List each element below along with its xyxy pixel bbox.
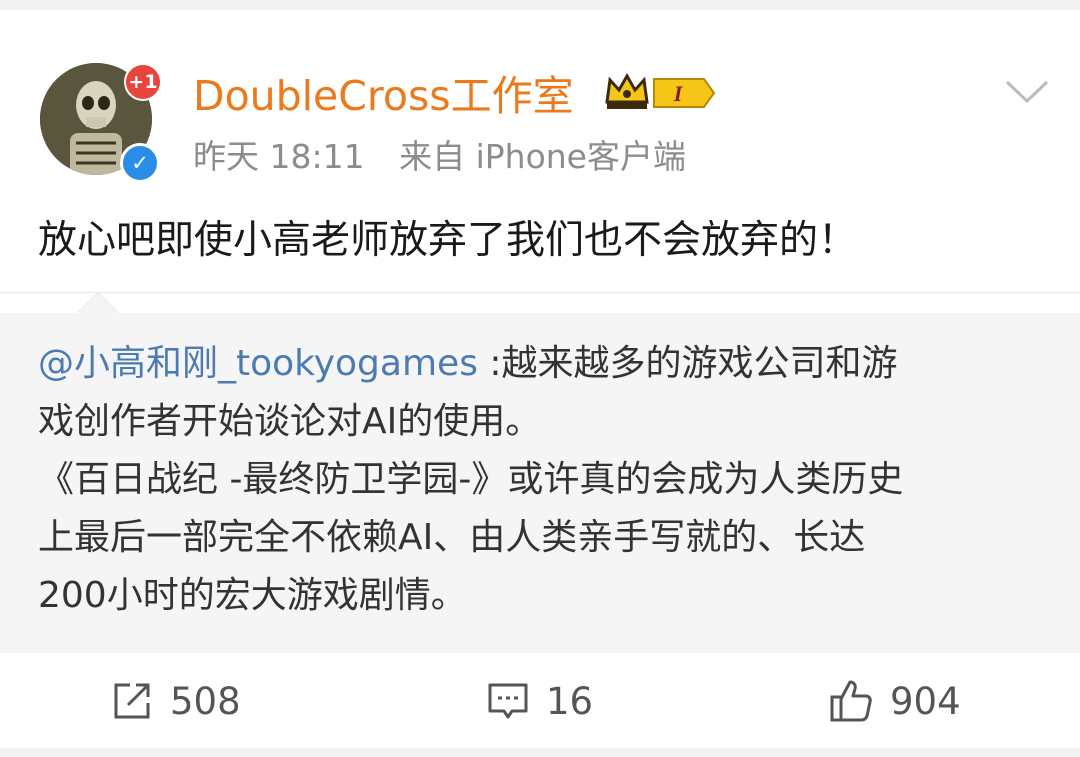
new-post-badge: +1 [124,63,162,101]
member-level-badge: I [653,78,716,108]
repost-line4: 上最后一部完全不依赖AI、由人类亲手写就的、长达 [38,517,866,558]
comment-icon [488,683,528,719]
repost-count: 508 [170,679,241,723]
repost-line1: :越来越多的游戏公司和游 [477,343,898,384]
like-button[interactable]: 904 [828,677,961,725]
chevron-down-icon[interactable] [1004,76,1050,106]
comment-button[interactable]: 16 [486,677,593,725]
repost-line3: 《百日战纪 -最终防卫学园-》或许真的会成为人类历史 [38,459,904,500]
quote-pointer [78,292,118,314]
post-source: 来自 iPhone客户端 [399,137,686,176]
post-time: 昨天 18:11 [193,137,365,176]
post-meta: 昨天 18:11 来自 iPhone客户端 [193,134,686,180]
comment-count: 16 [546,679,594,723]
repost-line2: 戏创作者开始谈论对AI的使用。 [38,401,542,442]
username[interactable]: DoubleCross工作室 [193,68,574,124]
divider [0,292,1080,293]
post-body-text: 放心吧即使小高老师放弃了我们也不会放弃的！ [38,218,858,263]
repost-text: @小高和刚_tookyogames :越来越多的游戏公司和游 戏创作者开始谈论对… [38,335,1048,625]
mention-link[interactable]: @小高和刚_tookyogames [38,343,478,384]
action-bar: 508 16 904 [0,653,1080,748]
reposted-content[interactable]: @小高和刚_tookyogames :越来越多的游戏公司和游 戏创作者开始谈论对… [0,313,1080,653]
thumbs-up-icon [830,680,872,722]
repost-button[interactable]: 508 [110,677,241,725]
weibo-post-card: +1 ✓ DoubleCross工作室 I 昨天 18:11 来自 iPhone… [0,10,1080,748]
repost-line5: 200小时的宏大游戏剧情。 [38,575,467,616]
verified-icon: ✓ [120,143,160,183]
crown-icon [605,72,649,109]
level-label: I [673,81,684,106]
like-count: 904 [890,679,961,723]
repost-icon [114,683,150,719]
